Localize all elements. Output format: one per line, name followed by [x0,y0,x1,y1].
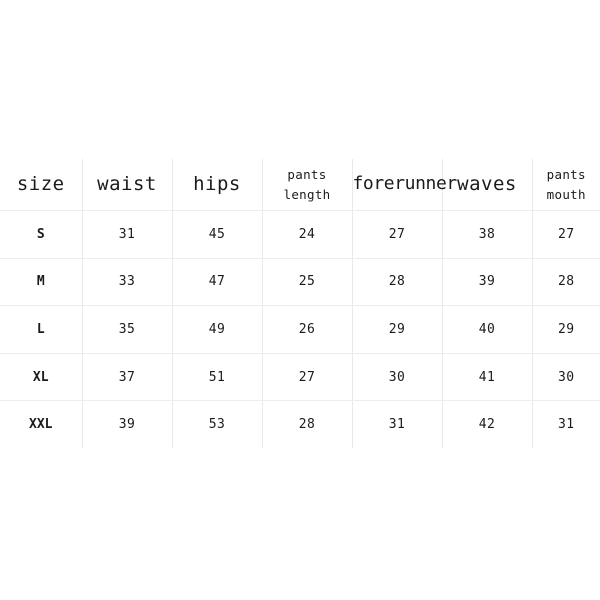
cell-pants_length: 24 [262,210,353,259]
column-header-pants_mouth: pants mouth [532,159,600,211]
cell-hips: 47 [172,258,263,307]
table-row: S 31 45 24 27 38 27 [0,210,600,259]
table-row: M 33 47 25 28 39 28 [0,258,600,307]
column-header-text: mouth [546,186,586,202]
size-label-cell: L [0,305,83,354]
column-header-text: hips [193,172,241,195]
cell-hips: 49 [172,305,263,354]
column-header-text: pants [546,167,586,183]
cell-pants_mouth: 31 [532,400,600,448]
size-chart-table: size waist hips pants length forerunner waves p… [0,159,600,448]
table-header-row: size waist hips pants length forerunner waves p… [0,159,600,211]
column-header-pants_length: pants length [262,159,353,211]
cell-hips: 45 [172,210,263,259]
cell-forerunner: 29 [352,305,443,354]
cell-pants_mouth: 30 [532,353,600,402]
table-row: XL 37 51 27 30 41 30 [0,353,600,402]
cell-pants_mouth: 28 [532,258,600,307]
cell-waist: 39 [82,400,173,448]
cell-pants_length: 28 [262,400,353,448]
table-row: L 35 49 26 29 40 29 [0,305,600,354]
cell-pants_length: 26 [262,305,353,354]
cell-waves: 38 [442,210,533,259]
cell-waist: 35 [82,305,173,354]
table-row: XXL 39 53 28 31 42 31 [0,400,600,448]
column-header-size: size [0,159,83,211]
cell-waves: 42 [442,400,533,448]
column-header-text: pants [287,167,327,183]
cell-forerunner: 31 [352,400,443,448]
column-header-text: waves [457,172,517,195]
cell-pants_length: 25 [262,258,353,307]
column-header-text: waist [97,172,157,195]
size-label-cell: M [0,258,83,307]
cell-pants_length: 27 [262,353,353,402]
column-header-waist: waist [82,159,173,211]
cell-waves: 39 [442,258,533,307]
size-chart-header: size waist hips pants length forerunner waves p… [0,159,600,211]
size-label-cell: XL [0,353,83,402]
column-header-forerunner: forerunner [352,159,457,211]
column-header-hips: hips [172,159,263,211]
cell-pants_mouth: 27 [532,210,600,259]
cell-forerunner: 28 [352,258,443,307]
cell-waist: 37 [82,353,173,402]
column-header-text: length [283,186,331,202]
cell-forerunner: 30 [352,353,443,402]
column-header-text: size [16,172,65,195]
cell-forerunner: 27 [352,210,443,259]
cell-waves: 41 [442,353,533,402]
size-label-cell: XXL [0,400,83,448]
cell-waist: 33 [82,258,173,307]
cell-waist: 31 [82,210,173,259]
cell-hips: 53 [172,400,263,448]
cell-hips: 51 [172,353,263,402]
cell-pants_mouth: 29 [532,305,600,354]
cell-waves: 40 [442,305,533,354]
size-chart-container: size waist hips pants length forerunner waves p… [0,159,600,448]
size-label-cell: S [0,210,83,259]
size-chart-body: S 31 45 24 27 38 27 M 33 47 25 28 39 28 L 35 49 26 29 40 29 X… [0,210,600,448]
column-header-text: forerunner [352,173,458,195]
